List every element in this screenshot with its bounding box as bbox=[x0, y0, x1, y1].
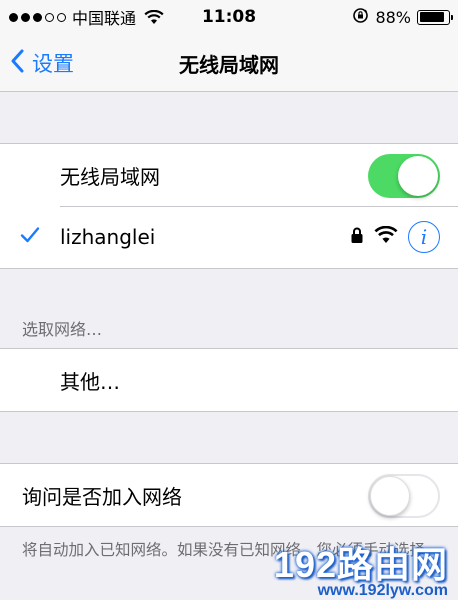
info-icon[interactable]: i bbox=[408, 221, 440, 253]
back-button[interactable]: 设置 bbox=[10, 34, 74, 92]
ask-join-label: 询问是否加入网络 bbox=[22, 484, 182, 509]
ask-join-toggle[interactable] bbox=[368, 474, 440, 518]
ask-join-group: 询问是否加入网络 bbox=[0, 463, 458, 527]
rotation-lock-icon bbox=[352, 7, 369, 28]
wifi-status-icon bbox=[144, 9, 164, 25]
carrier-name: 中国联通 bbox=[72, 9, 137, 28]
back-button-label: 设置 bbox=[32, 52, 74, 76]
network-icons: i bbox=[350, 220, 440, 254]
navigation-bar: 设置 无线局域网 bbox=[0, 34, 458, 92]
checkmark-icon bbox=[20, 226, 40, 248]
choose-network-header: 选取网络… bbox=[22, 320, 103, 339]
other-network-label: 其他… bbox=[60, 369, 120, 394]
wifi-toggle-label: 无线局域网 bbox=[60, 164, 160, 189]
status-right: 88% bbox=[352, 0, 453, 34]
toggle-knob bbox=[398, 156, 438, 196]
wifi-toggle-row: 无线局域网 bbox=[0, 144, 458, 206]
ask-join-row: 询问是否加入网络 bbox=[0, 464, 458, 526]
chevron-left-icon bbox=[10, 49, 24, 78]
network-name: lizhanglei bbox=[60, 225, 156, 249]
battery-icon bbox=[417, 9, 453, 25]
watermark-url: www.192lyw.com bbox=[317, 582, 448, 599]
toggle-knob bbox=[370, 476, 410, 516]
wifi-signal-icon bbox=[374, 225, 398, 248]
signal-strength-icon bbox=[9, 12, 66, 22]
lock-icon bbox=[350, 226, 364, 248]
network-row[interactable]: lizhanglei i bbox=[0, 206, 458, 268]
battery-percent: 88% bbox=[375, 7, 411, 27]
other-network-row[interactable]: 其他… bbox=[0, 349, 458, 411]
footer-note: 将自动加入已知网络。如果没有已知网络，您必须手动选择。 bbox=[22, 541, 441, 559]
other-network-group: 其他… bbox=[0, 348, 458, 412]
wifi-toggle[interactable] bbox=[368, 154, 440, 198]
wifi-group: 无线局域网 lizhanglei i bbox=[0, 143, 458, 269]
